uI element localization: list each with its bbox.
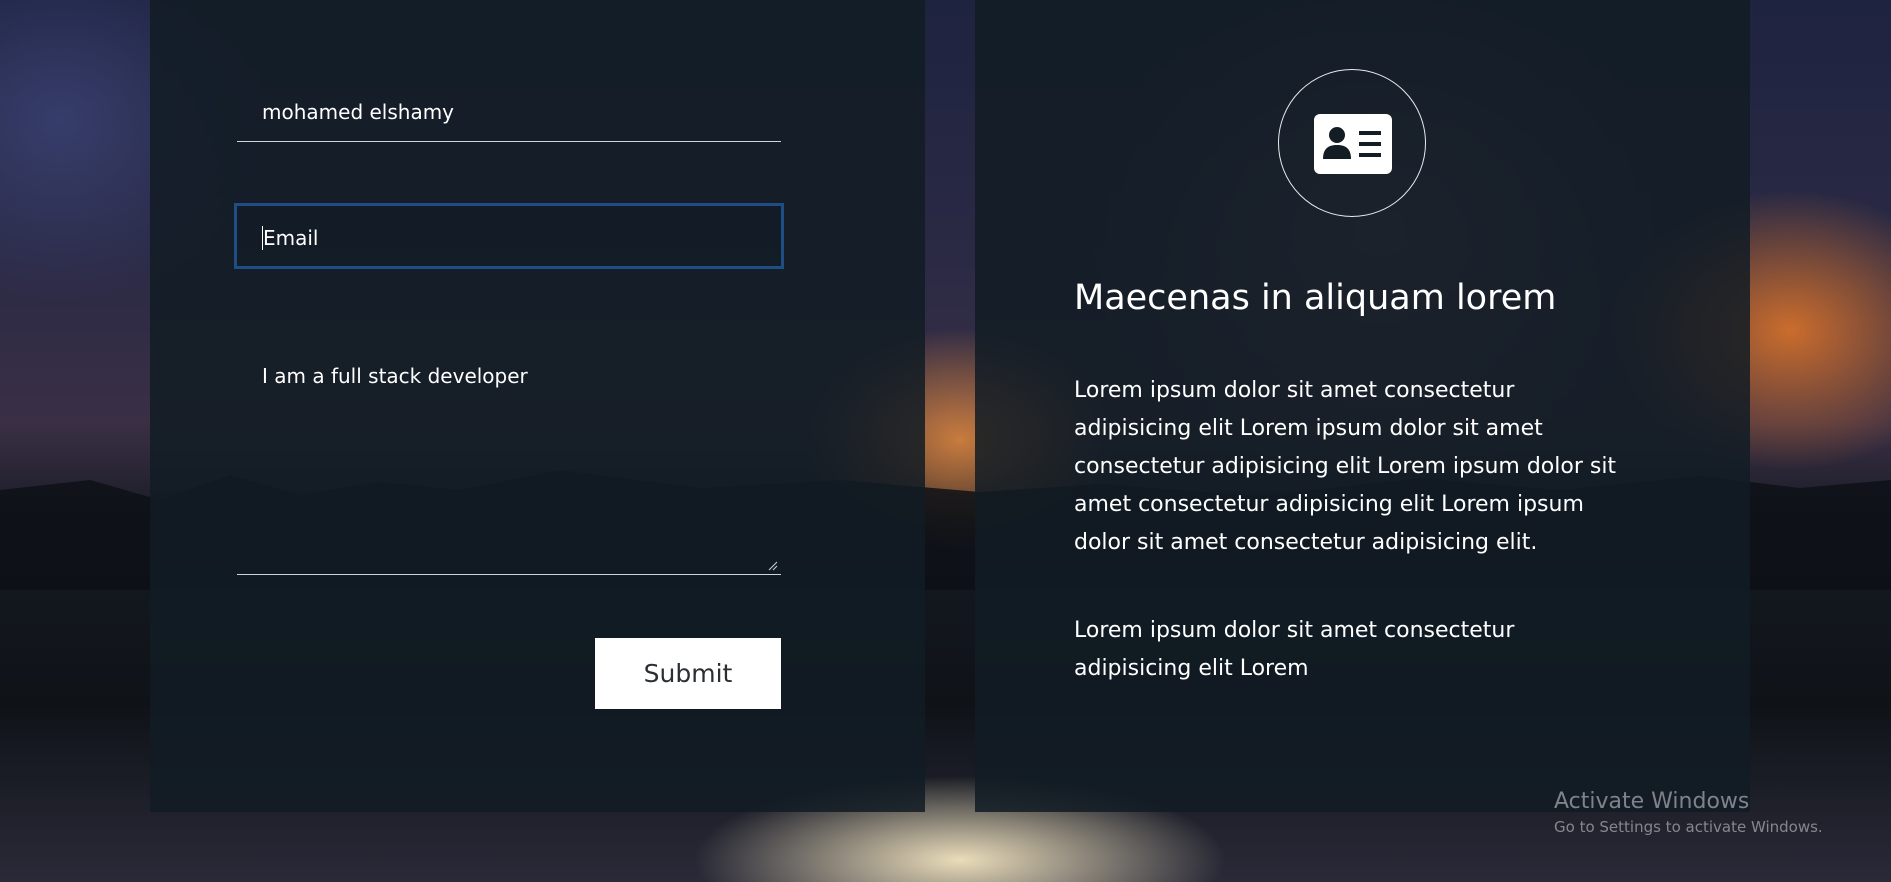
info-title: Maecenas in aliquam lorem (1074, 278, 1557, 318)
name-field-value: mohamed elshamy (262, 100, 455, 124)
watermark-title: Activate Windows (1554, 789, 1750, 814)
email-field-placeholder: Email (263, 226, 319, 250)
resize-grip-icon[interactable] (768, 561, 778, 571)
submit-button[interactable]: Submit (595, 638, 781, 709)
watermark-subtitle: Go to Settings to activate Windows. (1554, 818, 1823, 836)
email-field[interactable]: Email (234, 203, 784, 269)
contact-card-icon (1314, 114, 1392, 174)
name-field[interactable]: mohamed elshamy (237, 80, 781, 142)
message-textarea-value: I am a full stack developer (262, 364, 528, 388)
info-paragraph-2: Lorem ipsum dolor sit amet consectetur a… (1074, 618, 1515, 681)
contact-icon-circle (1278, 69, 1426, 217)
activate-windows-watermark: Activate Windows Go to Settings to activ… (1554, 789, 1823, 836)
info-paragraph-1: Lorem ipsum dolor sit amet consectetur a… (1074, 378, 1617, 555)
message-textarea[interactable]: I am a full stack developer (237, 340, 781, 575)
